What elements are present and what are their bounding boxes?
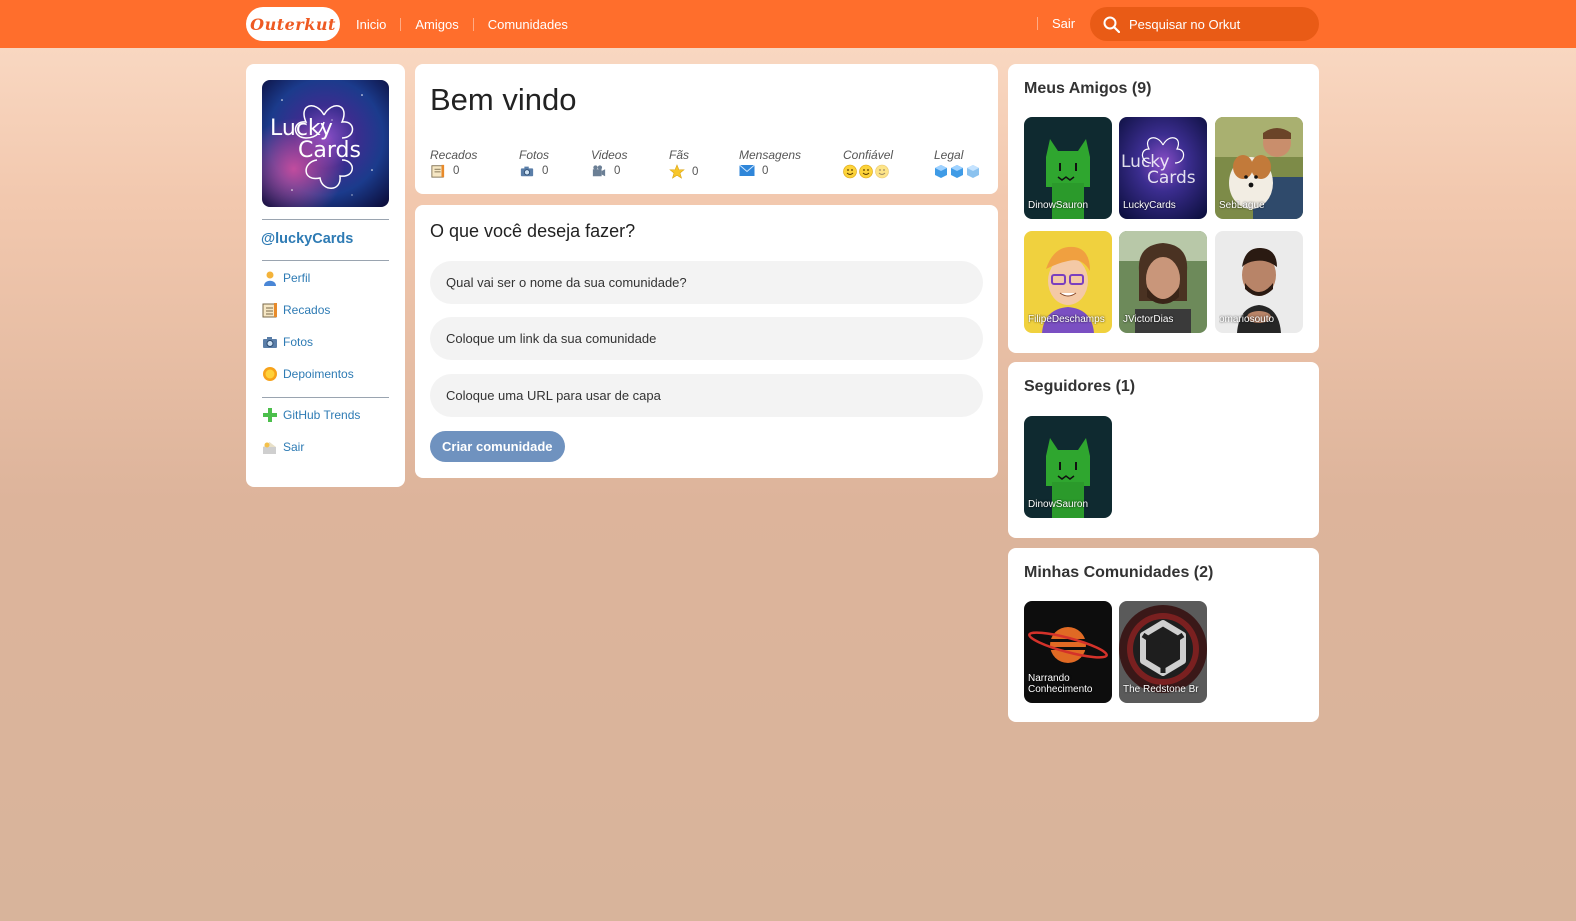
menu-label: Depoimentos [283, 367, 354, 381]
friends-box: Meus Amigos (9) DinowSauron Lucky Cards [1008, 64, 1319, 353]
friend-name: JVictorDias [1123, 314, 1174, 325]
stat-label: Confiável [843, 148, 894, 162]
stat-label: Videos [591, 148, 628, 162]
plus-icon [263, 408, 277, 422]
stat-fas: Fãs 0 [669, 148, 698, 179]
community-tile[interactable]: Narrando Conhecimento [1024, 601, 1112, 703]
menu-label: Recados [283, 303, 331, 317]
stat-recados: Recados 0 [430, 148, 477, 178]
follower-name: DinowSauron [1028, 499, 1089, 510]
divider [262, 260, 389, 261]
notebook-icon [262, 303, 277, 318]
menu-depoimentos[interactable]: Depoimentos [262, 366, 354, 382]
menu-perfil[interactable]: Perfil [262, 270, 310, 286]
stat-value: 0 [453, 165, 460, 177]
community-cover-url-field[interactable] [430, 374, 983, 417]
logout-link[interactable]: Sair [1037, 17, 1075, 30]
friend-tile[interactable]: SebLague [1215, 117, 1303, 219]
menu-label: Sair [283, 440, 305, 454]
avatar-text-line: Cards [298, 138, 361, 163]
friend-name: DinowSauron [1028, 200, 1089, 211]
community-name-field[interactable] [430, 261, 983, 304]
logout-icon [263, 442, 276, 454]
welcome-title: Bem vindo [430, 82, 577, 117]
camera-icon [263, 337, 277, 348]
search-input[interactable] [1129, 16, 1299, 32]
menu-label: GitHub Trends [283, 408, 361, 422]
friend-tile[interactable]: omariosouto [1215, 231, 1303, 333]
notebook-icon [431, 164, 445, 178]
create-title: O que você deseja fazer? [430, 221, 636, 241]
community-link-field[interactable] [430, 317, 983, 360]
smiley-icon [843, 164, 889, 179]
stat-value: 0 [542, 165, 549, 177]
nav-amigos[interactable]: Amigos [400, 17, 472, 31]
followers-box: Seguidores (1) DinowSauron [1008, 362, 1319, 538]
ice-cube-icon [935, 165, 979, 178]
friend-name: LuckyCards [1123, 200, 1176, 211]
stat-mensagens: Mensagens 0 [739, 148, 801, 177]
menu-github-trends[interactable]: GitHub Trends [262, 407, 360, 423]
stat-label: Fãs [669, 148, 690, 162]
stat-label: Recados [430, 148, 478, 162]
camera-icon [520, 166, 534, 177]
menu-sair[interactable]: Sair [262, 439, 304, 455]
communities-title: Minhas Comunidades (2) [1024, 564, 1214, 581]
menu-fotos[interactable]: Fotos [262, 334, 313, 350]
search-bar[interactable] [1090, 7, 1319, 41]
friend-name: omariosouto [1219, 314, 1275, 325]
stat-confiavel: Confiável [843, 148, 893, 179]
stat-label: Mensagens [739, 148, 802, 162]
stat-videos: Videos 0 [591, 148, 627, 178]
stat-legal: Legal [934, 148, 982, 179]
avatar[interactable]: Lucky Cards [262, 80, 389, 207]
community-tile[interactable]: The Redstone Br [1119, 601, 1207, 703]
stat-label: Fotos [519, 148, 550, 162]
stat-value: 0 [692, 165, 699, 178]
friend-name: SebLague [1219, 200, 1265, 211]
profile-sidebar: Lucky Cards @luckyCards Perfil Recados F… [246, 64, 405, 487]
communities-box: Minhas Comunidades (2) Narrando Conhecim… [1008, 548, 1319, 722]
menu-label: Perfil [283, 271, 311, 285]
logo[interactable]: Outerkut [246, 7, 340, 41]
avatar-text: Lucky Cards [270, 118, 361, 162]
friend-tile[interactable]: Lucky Cards LuckyCards [1119, 117, 1207, 219]
envelope-icon [739, 164, 755, 176]
stat-value: 0 [762, 164, 769, 177]
user-icon [264, 271, 276, 286]
sun-icon [263, 367, 277, 381]
community-name: The Redstone Br [1123, 684, 1199, 695]
star-icon [669, 164, 685, 179]
divider [262, 397, 389, 398]
friend-tile[interactable]: FilipeDeschamps [1024, 231, 1112, 333]
welcome-box: Bem vindo Recados 0 Fotos 0 Videos 0 Fãs… [415, 64, 998, 194]
followers-title: Seguidores (1) [1024, 378, 1136, 395]
menu-label: Fotos [283, 335, 314, 349]
svg-text:Cards: Cards [1147, 168, 1196, 188]
search-icon [1103, 16, 1120, 33]
stat-fotos: Fotos 0 [519, 148, 549, 178]
video-camera-icon [592, 165, 606, 177]
nav-inicio[interactable]: Inicio [342, 18, 400, 31]
create-community-box: O que você deseja fazer? Criar comunidad… [415, 205, 998, 478]
main-nav: Inicio Amigos Comunidades [342, 0, 582, 48]
username[interactable]: @luckyCards [261, 231, 353, 247]
community-name: Narrando Conhecimento [1028, 673, 1093, 695]
stat-label: Legal [934, 148, 964, 162]
divider [262, 219, 389, 220]
top-bar: Outerkut Inicio Amigos Comunidades Sair [0, 0, 1576, 48]
friend-tile[interactable]: DinowSauron [1024, 117, 1112, 219]
create-community-button[interactable]: Criar comunidade [430, 431, 565, 462]
friend-tile[interactable]: JVictorDias [1119, 231, 1207, 333]
menu-recados[interactable]: Recados [262, 302, 330, 318]
follower-tile[interactable]: DinowSauron [1024, 416, 1112, 518]
stat-value: 0 [614, 165, 621, 177]
friends-title: Meus Amigos (9) [1024, 80, 1152, 97]
nav-comunidades[interactable]: Comunidades [472, 17, 582, 31]
friend-name: FilipeDeschamps [1028, 314, 1105, 325]
